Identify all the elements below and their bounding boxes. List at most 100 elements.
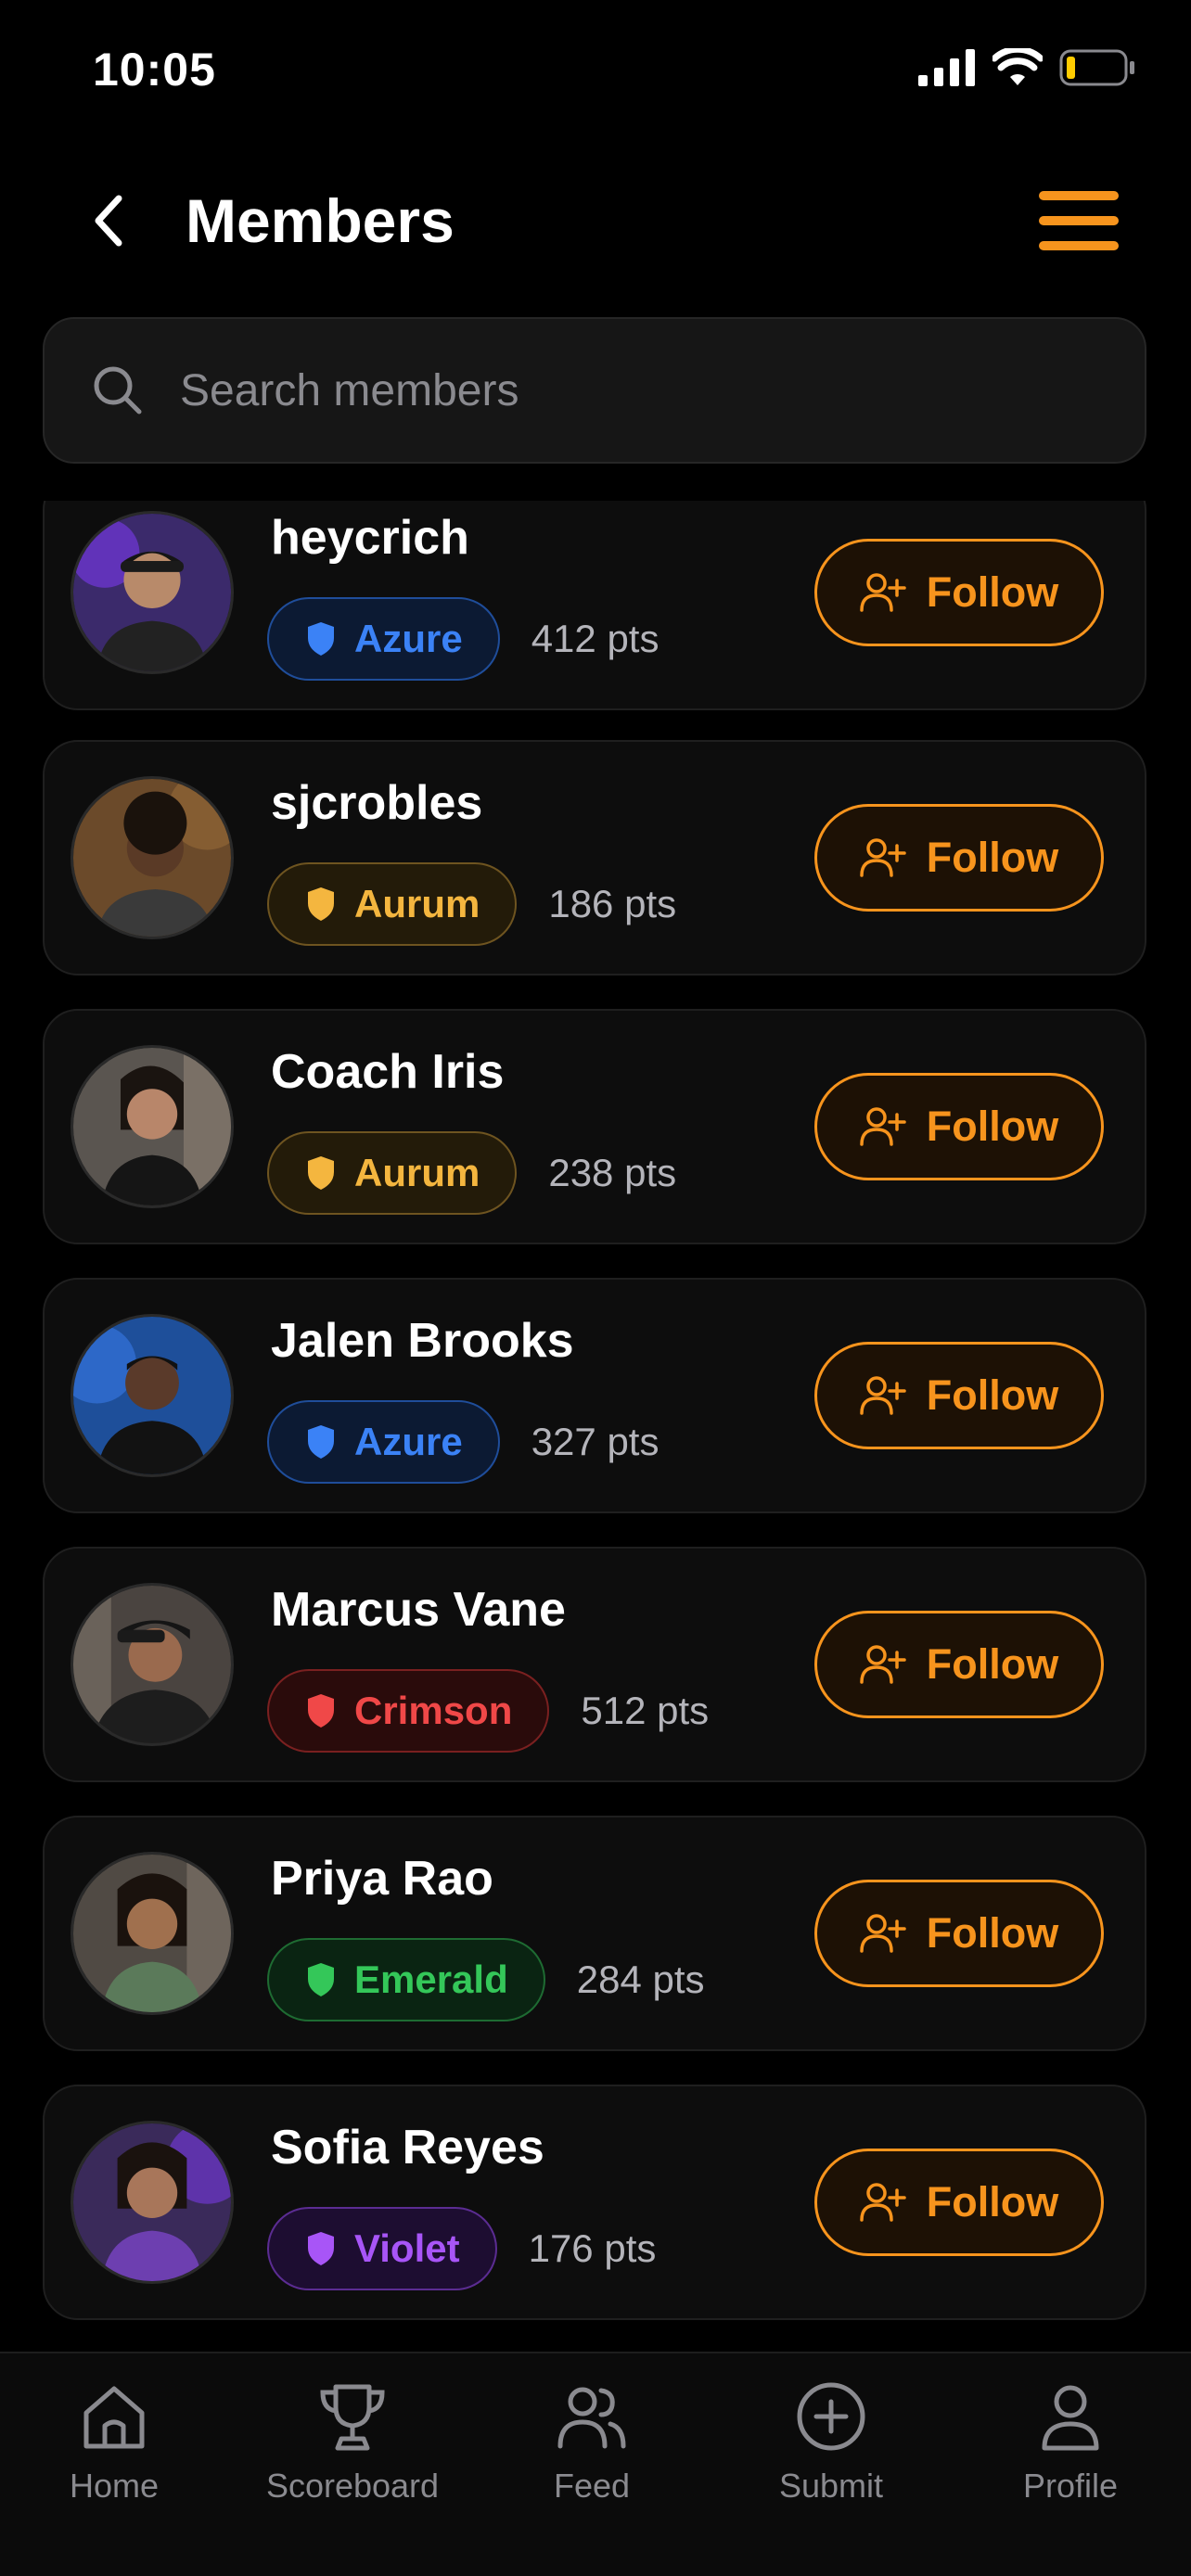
status-icons xyxy=(918,48,1135,87)
avatar[interactable] xyxy=(70,2121,234,2284)
tab-scoreboard[interactable]: Scoreboard xyxy=(241,2379,464,2537)
user-plus-icon xyxy=(860,1376,906,1415)
follow-button[interactable]: Follow xyxy=(814,1073,1104,1180)
user-plus-icon xyxy=(860,838,906,877)
member-points: 238 pts xyxy=(548,1151,677,1194)
tab-bar: Home Scoreboard Feed Submit Profile xyxy=(0,2352,1191,2576)
plus-circle-icon xyxy=(797,2382,865,2451)
follow-label: Follow xyxy=(926,2178,1059,2225)
signal-icon xyxy=(918,49,975,86)
tier-badge: Aurum xyxy=(267,862,518,946)
member-points: 327 pts xyxy=(531,1420,660,1463)
user-plus-icon xyxy=(860,573,906,612)
avatar-image xyxy=(73,1586,231,1743)
member-card[interactable]: Coach Iris Aurum 238 pts Follow xyxy=(43,1009,1146,1244)
user-icon xyxy=(1042,2385,1099,2451)
tier-label: Azure xyxy=(354,1420,463,1463)
member-points: 284 pts xyxy=(576,1958,705,2001)
tab-label: Home xyxy=(69,2467,160,2505)
battery-icon xyxy=(1059,49,1134,86)
wifi-icon xyxy=(992,48,1043,85)
search-icon xyxy=(94,366,142,414)
member-points: 412 pts xyxy=(531,617,660,660)
tab-label: Feed xyxy=(553,2467,631,2505)
back-button[interactable] xyxy=(82,193,137,249)
tab-feed[interactable]: Feed xyxy=(480,2379,703,2537)
follow-label: Follow xyxy=(926,1640,1059,1688)
avatar[interactable] xyxy=(70,1045,234,1208)
tier-label: Crimson xyxy=(354,1689,513,1732)
tab-profile[interactable]: Profile xyxy=(959,2379,1182,2537)
member-meta: Azure 412 pts xyxy=(267,597,659,681)
tier-label: Emerald xyxy=(354,1958,508,2001)
follow-button[interactable]: Follow xyxy=(814,804,1104,912)
member-meta: Emerald 284 pts xyxy=(267,1938,705,2021)
follow-button[interactable]: Follow xyxy=(814,2149,1104,2256)
status-bar: 10:05 xyxy=(0,0,1191,139)
member-name[interactable]: Jalen Brooks xyxy=(271,1313,574,1369)
member-name[interactable]: sjcrobles xyxy=(271,775,482,831)
menu-button[interactable] xyxy=(1039,185,1119,256)
member-card[interactable]: Priya Rao Emerald 284 pts Follow xyxy=(43,1816,1146,2051)
tab-submit[interactable]: Submit xyxy=(720,2379,942,2537)
member-points: 512 pts xyxy=(581,1689,710,1732)
menu-line xyxy=(1039,241,1119,250)
home-icon xyxy=(83,2386,145,2449)
chevron-left-icon xyxy=(95,195,122,247)
avatar[interactable] xyxy=(70,1852,234,2015)
member-points: 176 pts xyxy=(528,2226,657,2270)
tier-badge: Violet xyxy=(267,2207,497,2290)
member-name[interactable]: Marcus Vane xyxy=(271,1582,566,1638)
shield-icon xyxy=(308,2232,334,2265)
shield-icon xyxy=(308,1963,334,1996)
avatar[interactable] xyxy=(70,776,234,939)
tier-label: Aurum xyxy=(354,882,480,925)
header: Members xyxy=(0,167,1191,278)
avatar-image xyxy=(73,2123,231,2281)
avatar-image xyxy=(73,514,231,671)
tier-label: Azure xyxy=(354,617,463,660)
tab-home[interactable]: Home xyxy=(3,2379,225,2537)
member-card[interactable]: Marcus Vane Crimson 512 pts Follow xyxy=(43,1547,1146,1782)
avatar[interactable] xyxy=(70,1314,234,1477)
avatar[interactable] xyxy=(70,511,234,674)
member-meta: Violet 176 pts xyxy=(267,2207,656,2290)
tier-badge: Emerald xyxy=(267,1938,545,2021)
member-points: 186 pts xyxy=(548,882,677,925)
users-icon xyxy=(557,2387,626,2449)
tier-badge: Azure xyxy=(267,1400,500,1484)
member-meta: Azure 327 pts xyxy=(267,1400,659,1484)
member-card[interactable]: Sofia Reyes Violet 176 pts Follow xyxy=(43,2085,1146,2320)
member-name[interactable]: Priya Rao xyxy=(271,1851,493,1906)
follow-label: Follow xyxy=(926,568,1059,616)
follow-button[interactable]: Follow xyxy=(814,539,1104,646)
menu-line xyxy=(1039,191,1119,200)
user-plus-icon xyxy=(860,1645,906,1684)
members-list[interactable]: heycrich Azure 412 pts Follow sjcrobles … xyxy=(0,501,1191,2341)
avatar[interactable] xyxy=(70,1583,234,1746)
shield-icon xyxy=(308,622,334,656)
shield-icon xyxy=(308,1425,334,1459)
follow-button[interactable]: Follow xyxy=(814,1880,1104,1987)
member-meta: Crimson 512 pts xyxy=(267,1669,709,1753)
page-title: Members xyxy=(186,186,455,255)
follow-label: Follow xyxy=(926,834,1059,881)
member-name[interactable]: Sofia Reyes xyxy=(271,2120,544,2175)
member-card[interactable]: heycrich Azure 412 pts Follow xyxy=(43,501,1146,710)
member-name[interactable]: heycrich xyxy=(271,510,469,566)
search-input[interactable] xyxy=(180,364,1015,416)
member-card[interactable]: sjcrobles Aurum 186 pts Follow xyxy=(43,740,1146,976)
search-bar[interactable] xyxy=(43,317,1146,464)
tab-label: Submit xyxy=(778,2467,884,2505)
follow-button[interactable]: Follow xyxy=(814,1342,1104,1449)
member-meta: Aurum 238 pts xyxy=(267,1131,676,1215)
shield-icon xyxy=(308,1156,334,1190)
member-card[interactable]: Jalen Brooks Azure 327 pts Follow xyxy=(43,1278,1146,1513)
tier-badge: Aurum xyxy=(267,1131,518,1215)
status-time: 10:05 xyxy=(93,44,216,96)
member-name[interactable]: Coach Iris xyxy=(271,1044,504,1100)
avatar-image xyxy=(73,1048,231,1205)
follow-label: Follow xyxy=(926,1909,1059,1957)
shield-icon xyxy=(308,1694,334,1728)
follow-button[interactable]: Follow xyxy=(814,1611,1104,1718)
